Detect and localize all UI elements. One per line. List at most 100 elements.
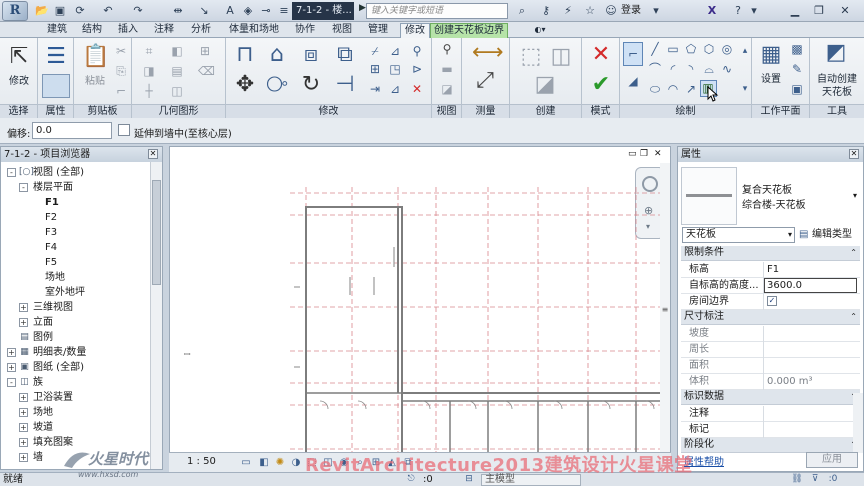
exchange-apps-icon[interactable]: X — [704, 3, 720, 19]
cancel-edit-icon[interactable]: ✕ — [588, 42, 614, 68]
scroll-thumb[interactable] — [152, 180, 161, 285]
tab-modify[interactable]: 修改 — [400, 23, 430, 38]
expand-icon[interactable]: + — [19, 423, 28, 432]
finish-edit-icon[interactable]: ✔ — [588, 72, 614, 98]
expand-icon[interactable]: + — [19, 438, 28, 447]
line-icon[interactable]: ╱ — [648, 42, 662, 56]
communication-icon[interactable]: ⚡ — [560, 3, 576, 19]
minimize-button[interactable]: ▁ — [784, 2, 806, 19]
login-button[interactable]: 登录 — [621, 3, 641, 19]
slope-arrow-icon[interactable]: ◢ — [626, 74, 640, 88]
binoculars-icon[interactable]: ⌕ — [514, 3, 530, 19]
type-properties-icon[interactable]: ☰ — [43, 44, 69, 70]
close-button[interactable]: ✕ — [834, 2, 856, 19]
move-icon[interactable]: ✥ — [232, 72, 258, 98]
thin-lines-icon[interactable]: ≡ — [276, 3, 292, 19]
viewer-icon[interactable]: ▣ — [790, 82, 804, 96]
search-input[interactable]: 键入关键字或短语 — [366, 3, 508, 19]
tab-view[interactable]: 视图 — [330, 23, 354, 38]
partial-ellipse-icon[interactable]: ◠ — [666, 82, 680, 96]
chevron-down-icon[interactable]: ▾ — [853, 191, 857, 200]
close-icon[interactable]: ✕ — [654, 149, 662, 159]
measure-icon[interactable]: ⇹ — [170, 3, 186, 19]
rectangle-icon[interactable]: ▭ — [666, 42, 680, 56]
browser-item[interactable]: + ▣ 图纸 (全部) — [1, 360, 149, 375]
sync-icon[interactable]: ⟳ — [72, 3, 88, 19]
set-workplane-icon[interactable]: ▦ — [758, 42, 784, 68]
browser-item[interactable]: F4 — [1, 240, 149, 255]
room-bounding-checkbox[interactable]: ✓ — [767, 296, 777, 306]
tab-annotate[interactable]: 注释 — [152, 23, 176, 38]
split-icon[interactable]: ⌿ — [368, 44, 382, 58]
expand-icon[interactable]: + — [19, 408, 28, 417]
tab-insert[interactable]: 插入 — [116, 23, 140, 38]
circumscribed-polygon-icon[interactable]: ⬡ — [702, 42, 716, 56]
auto-ceiling-icon[interactable]: ◩ — [823, 40, 849, 66]
ref-plane-icon[interactable]: ✎ — [790, 62, 804, 76]
hide-icon[interactable]: ▬ — [440, 62, 454, 76]
favorites-icon[interactable]: ☆ — [582, 3, 598, 19]
fillet-arc-icon[interactable]: ⌓ — [702, 62, 716, 76]
collapse-icon[interactable]: - — [19, 183, 28, 192]
gap-icon[interactable]: ⊿ — [388, 44, 402, 58]
shadows-icon[interactable]: ◑ — [289, 456, 303, 470]
circle-icon[interactable]: ◎ — [720, 42, 734, 56]
extend-into-wall-checkbox[interactable] — [118, 124, 130, 136]
collapse-icon[interactable]: - — [7, 378, 16, 387]
cut-icon[interactable]: ✂ — [114, 44, 128, 58]
close-icon[interactable]: ✕ — [849, 149, 859, 159]
cut-geometry-icon[interactable]: ◧ — [170, 44, 184, 58]
paint-icon[interactable]: ▤ — [170, 64, 184, 78]
create-parts-icon[interactable]: ◫ — [548, 44, 574, 70]
expand-icon[interactable]: + — [19, 303, 28, 312]
instance-filter-select[interactable]: 天花板 ▾ — [682, 227, 795, 243]
properties-toggle-icon[interactable] — [42, 74, 70, 98]
property-value[interactable]: F1 — [767, 262, 779, 277]
browser-item[interactable]: + 三维视图 — [1, 300, 149, 315]
spline-icon[interactable]: ∿ — [720, 62, 734, 76]
browser-item[interactable]: 室外地坪 — [1, 285, 149, 300]
browser-item[interactable]: F3 — [1, 225, 149, 240]
restore-button[interactable]: ❐ — [808, 2, 830, 19]
view-scale[interactable]: 1 : 50 — [187, 456, 216, 467]
set-button-label[interactable]: 设置 — [754, 70, 788, 85]
aligned-dimension-icon[interactable]: ⤢ — [472, 68, 498, 94]
browser-item[interactable]: + ▦ 明细表/数量 — [1, 345, 149, 360]
drawing-area[interactable]: ▭ ❐ ✕ ⊕ ▾ ꟷ ≡ — [169, 146, 671, 472]
match-properties-icon[interactable]: ⌐ — [114, 84, 128, 98]
pick-lines-icon[interactable]: ↗ — [684, 82, 698, 96]
browser-item[interactable]: - ◫ 族 — [1, 375, 149, 390]
filter-icon[interactable]: ⊽ — [808, 473, 822, 485]
undo-icon[interactable]: ↶ — [100, 3, 116, 19]
browser-item[interactable]: F2 — [1, 210, 149, 225]
browser-item[interactable]: 场地 — [1, 270, 149, 285]
browser-item[interactable]: F1 — [1, 195, 149, 210]
rotate-icon[interactable]: ↻ — [298, 72, 324, 98]
scroll-grip-icon[interactable]: ≡ — [660, 305, 670, 315]
apply-button[interactable]: 应用 — [806, 452, 858, 468]
expand-icon[interactable]: + — [19, 393, 28, 402]
visual-style-icon[interactable]: ◧ — [257, 456, 271, 470]
start-end-arc-icon[interactable]: ⌒ — [648, 62, 662, 76]
trim-icon[interactable]: ⇥ — [368, 82, 382, 96]
ellipse-icon[interactable]: ⬭ — [648, 82, 662, 96]
browser-item[interactable]: - 楼层平面 — [1, 180, 149, 195]
browser-item[interactable]: + 立面 — [1, 315, 149, 330]
minimize-icon[interactable]: ▭ — [628, 149, 637, 159]
collapse-icon[interactable]: - — [7, 168, 16, 177]
unjoin-icon[interactable]: ◫ — [170, 84, 184, 98]
override-icon[interactable]: ◪ — [440, 82, 454, 96]
auto-ceiling-label-2[interactable]: 天花板 — [810, 83, 864, 98]
mirror-axis-icon[interactable]: ⧈ — [298, 42, 324, 68]
show-workplane-icon[interactable]: ▩ — [790, 42, 804, 56]
application-menu-button[interactable]: R — [2, 1, 28, 21]
paste-button-label[interactable]: 粘贴 — [78, 72, 112, 87]
sun-path-icon[interactable]: ✺ — [273, 456, 287, 470]
scroll-down-icon[interactable]: ▾ — [738, 82, 752, 96]
wall-joins-icon[interactable]: ┼ — [142, 84, 156, 98]
browser-item[interactable]: + 场地 — [1, 405, 149, 420]
type-selector-type[interactable]: 综合楼-天花板 — [742, 196, 806, 211]
lightbulb-icon[interactable]: ⚲ — [440, 42, 454, 56]
browser-item[interactable]: ▤ 图例 — [1, 330, 149, 345]
tab-manage[interactable]: 管理 — [366, 23, 390, 38]
